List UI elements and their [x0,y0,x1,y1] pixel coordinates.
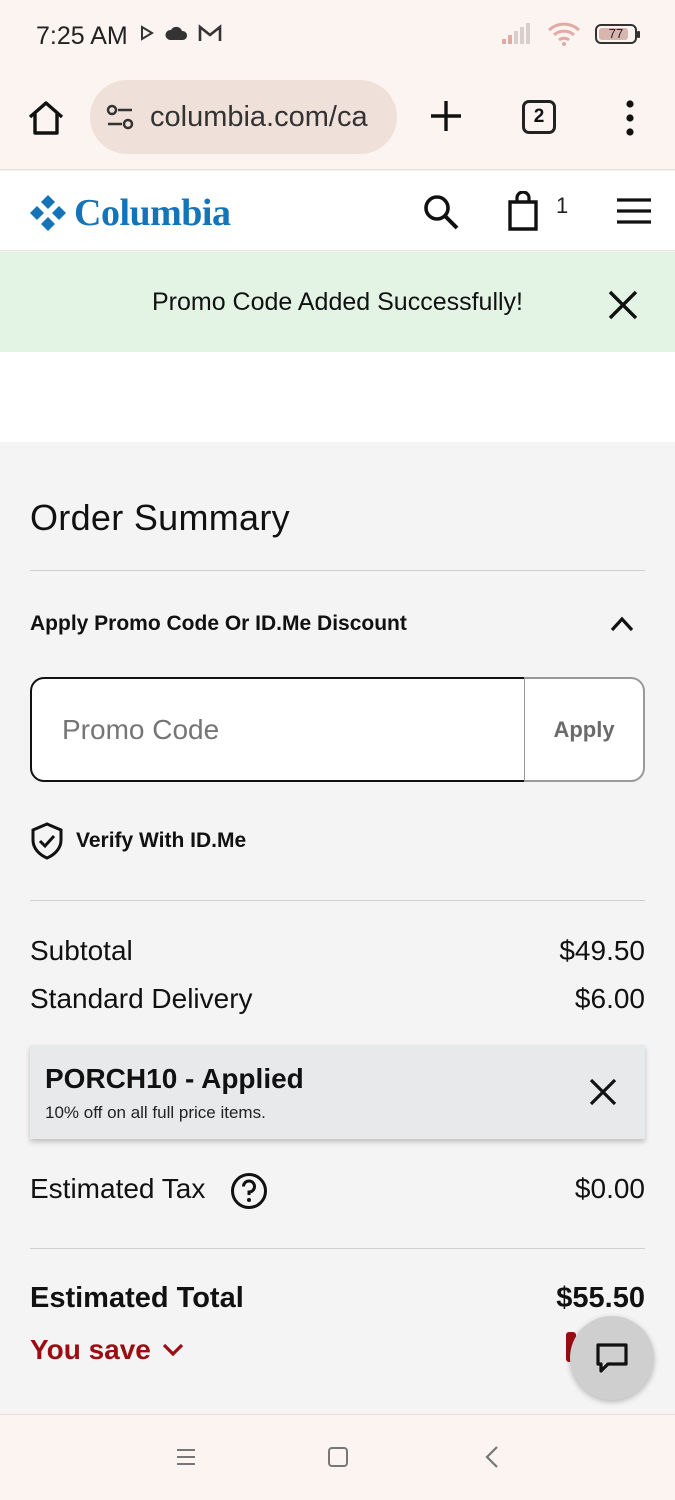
divider [30,570,645,571]
signal-icon [502,23,530,44]
order-summary: Order Summary Apply Promo Code Or ID.Me … [0,442,675,1414]
page-title: Order Summary [30,497,290,538]
status-time: 7:25 AM [36,22,128,50]
wifi-icon [547,22,581,46]
apply-button[interactable]: Apply [524,677,645,782]
chat-icon [596,1343,628,1373]
applied-promo-card: PORCH10 - Applied 10% off on all full pr… [30,1045,645,1139]
play-icon [141,25,154,41]
estimated-total-label: Estimated Total [30,1282,244,1314]
columbia-diamond-icon [30,195,66,231]
battery-icon: 77 [595,24,640,44]
divider [30,1248,645,1249]
cloud-icon [165,26,188,40]
new-tab-icon[interactable] [428,98,464,134]
more-icon[interactable] [620,98,640,138]
site-settings-icon[interactable] [104,101,136,133]
help-icon[interactable] [230,1172,268,1210]
status-bar: 7:25 AM 77 [0,0,675,72]
subtotal-value: $49.50 [559,935,645,966]
status-notification-icons [140,24,222,42]
verify-label: Verify With ID.Me [76,829,247,852]
divider [30,900,645,901]
you-save-label: You save [30,1334,151,1365]
chevron-up-icon[interactable] [608,612,636,636]
back-icon[interactable] [484,1445,500,1469]
spacer [0,352,675,442]
chat-button[interactable] [570,1316,654,1400]
site-header: Columbia 1 [0,171,675,251]
estimated-total-value: $55.50 [556,1282,645,1314]
url-text: columbia.com/ca [150,100,368,133]
remove-promo-icon[interactable] [588,1077,618,1107]
applied-code-description: 10% off on all full price items. [45,1103,266,1122]
hamburger-menu-icon[interactable] [616,197,652,225]
status-system-icons: 77 [501,22,640,46]
verify-idme-link[interactable]: Verify With ID.Me [30,822,246,860]
battery-level: 77 [608,26,624,41]
promo-section-toggle[interactable]: Apply Promo Code Or ID.Me Discount [30,612,407,636]
gmail-icon [198,24,222,41]
address-bar[interactable]: columbia.com/ca [90,80,397,154]
tax-value: $0.00 [574,1173,645,1204]
home-icon[interactable] [26,98,66,138]
promo-code-input[interactable] [30,677,526,782]
tax-label: Estimated Tax [30,1173,206,1204]
shopping-bag-icon[interactable] [506,191,540,231]
subtotal-label: Subtotal [30,935,133,966]
columbia-logo[interactable]: Columbia [28,191,231,235]
shield-check-icon [31,822,63,860]
tab-count: 2 [533,106,545,127]
banner-message: Promo Code Added Successfully! [151,288,524,316]
brand-name: Columbia [74,192,231,234]
close-icon[interactable] [606,288,640,322]
search-icon[interactable] [422,193,460,231]
chevron-down-icon [162,1343,184,1357]
you-save-toggle[interactable]: You save [30,1334,185,1366]
browser-toolbar: columbia.com/ca 2 [0,72,675,170]
delivery-value: $6.00 [574,983,645,1014]
promo-success-banner: Promo Code Added Successfully! [0,252,675,352]
tabs-icon[interactable]: 2 [522,100,556,134]
cart-count: 1 [556,193,569,218]
system-nav-bar [0,1414,675,1500]
recent-apps-icon[interactable] [176,1447,196,1467]
applied-code-title: PORCH10 - Applied [45,1063,304,1094]
delivery-label: Standard Delivery [30,983,253,1014]
home-button-icon[interactable] [328,1447,348,1467]
